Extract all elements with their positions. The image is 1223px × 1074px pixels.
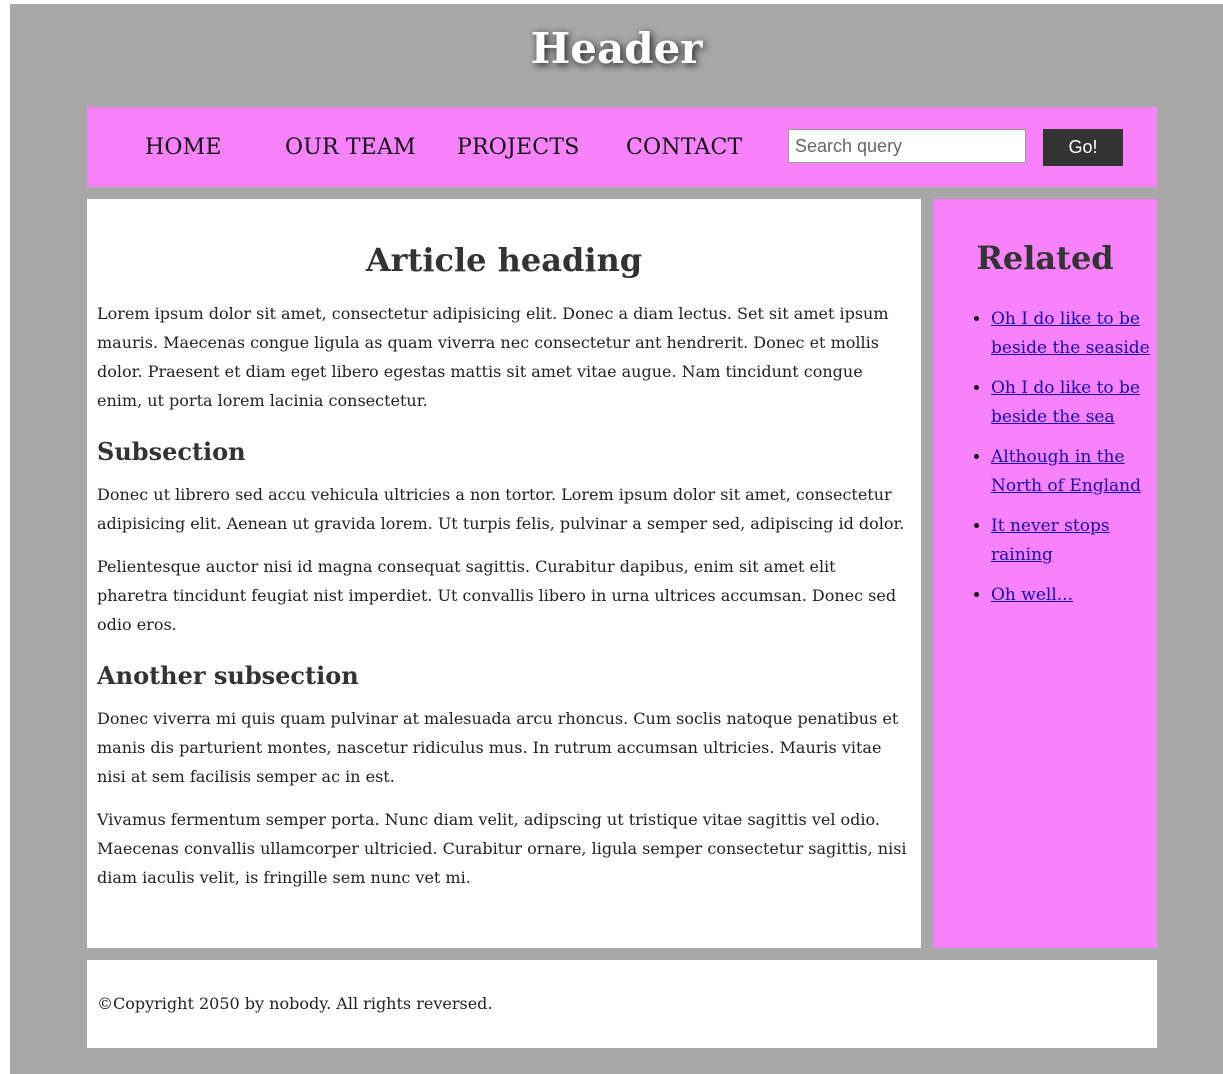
nav-link-our-team[interactable]: OUR TEAM <box>285 107 416 187</box>
related-link[interactable]: It never stops raining <box>991 516 1110 565</box>
article-heading: Article heading <box>365 241 643 279</box>
related-item: Oh I do like to be beside the seaside <box>991 305 1157 363</box>
related-item: Oh I do like to be beside the sea <box>991 374 1157 432</box>
nav-link-home[interactable]: HOME <box>145 107 222 187</box>
article-paragraph: Pelientesque auctor nisi id magna conseq… <box>97 557 897 634</box>
related-link[interactable]: Oh I do like to be beside the seaside <box>991 309 1150 358</box>
nav-link-contact[interactable]: CONTACT <box>626 107 742 187</box>
related-list: Oh I do like to be beside the seaside Oh… <box>933 305 1157 610</box>
article: Article heading Lorem ipsum dolor sit am… <box>87 199 921 948</box>
site-header: Header <box>10 4 1223 107</box>
another-subsection-heading: Another subsection <box>97 661 359 690</box>
related-link[interactable]: Oh well... <box>991 585 1073 605</box>
nav-link-projects[interactable]: PROJECTS <box>457 107 579 187</box>
page-wrapper: Header HOME OUR TEAM PROJECTS CONTACT Go… <box>10 4 1223 1074</box>
search-input[interactable] <box>788 129 1026 163</box>
related-item: It never stops raining <box>991 512 1157 570</box>
related-item: Although in the North of England <box>991 443 1157 501</box>
nav-links: HOME OUR TEAM PROJECTS CONTACT <box>87 107 787 187</box>
header-title: Header <box>530 24 703 73</box>
go-button[interactable]: Go! <box>1043 129 1123 166</box>
copyright-text: ©Copyright 2050 by nobody. All rights re… <box>97 994 493 1013</box>
related-sidebar: Related Oh I do like to be beside the se… <box>933 199 1157 948</box>
article-paragraph: Donec viverra mi quis quam pulvinar at m… <box>97 709 899 786</box>
related-link[interactable]: Oh I do like to be beside the sea <box>991 378 1140 427</box>
article-paragraph: Vivamus fermentum semper porta. Nunc dia… <box>97 810 907 887</box>
related-item: Oh well... <box>991 581 1157 610</box>
article-paragraph: Lorem ipsum dolor sit amet, consectetur … <box>97 304 889 410</box>
nav-bar: HOME OUR TEAM PROJECTS CONTACT Go! <box>87 107 1157 187</box>
subsection-heading: Subsection <box>97 437 246 466</box>
article-paragraph: Donec ut librero sed accu vehicula ultri… <box>97 485 905 533</box>
related-heading: Related <box>976 239 1114 277</box>
related-link[interactable]: Although in the North of England <box>991 447 1141 496</box>
footer: ©Copyright 2050 by nobody. All rights re… <box>87 960 1157 1048</box>
